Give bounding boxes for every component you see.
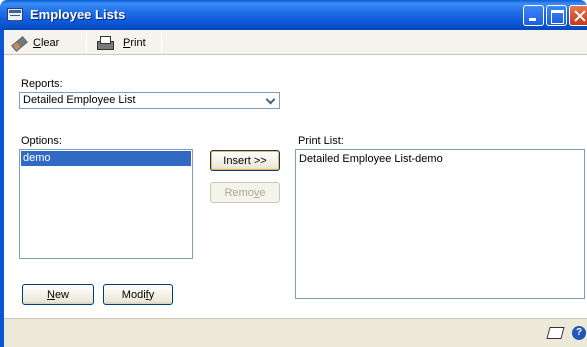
- maximize-button[interactable]: [546, 5, 567, 26]
- clear-button[interactable]: Clear: [10, 34, 59, 51]
- reports-selected-value: Detailed Employee List: [23, 94, 136, 106]
- help-icon[interactable]: ?: [572, 326, 586, 340]
- print-button[interactable]: Print: [96, 34, 146, 51]
- title-bar[interactable]: Employee Lists: [0, 0, 587, 30]
- status-bar: ?: [4, 318, 587, 347]
- print-listbox[interactable]: Detailed Employee List-demo: [295, 149, 585, 299]
- print-label: Print: [123, 36, 146, 49]
- reports-label: Reports:: [21, 78, 63, 90]
- options-label: Options:: [21, 135, 62, 147]
- note-icon[interactable]: [546, 327, 565, 339]
- window-title: Employee Lists: [30, 7, 126, 22]
- list-item[interactable]: Detailed Employee List-demo: [297, 152, 443, 167]
- eraser-icon: [10, 36, 26, 50]
- new-button[interactable]: New: [22, 284, 94, 305]
- reports-dropdown[interactable]: Detailed Employee List: [19, 92, 280, 109]
- minimize-button[interactable]: [523, 5, 544, 26]
- window-app-icon[interactable]: [7, 8, 23, 21]
- remove-button[interactable]: Remo v e: [210, 182, 280, 203]
- toolbar-separator: [161, 33, 162, 52]
- options-listbox[interactable]: demo: [19, 149, 193, 259]
- close-button[interactable]: [569, 5, 587, 26]
- insert-button[interactable]: Insert >>: [210, 150, 280, 171]
- list-item[interactable]: demo: [21, 151, 191, 166]
- chevron-down-icon[interactable]: [263, 93, 279, 108]
- printer-icon: [96, 35, 114, 50]
- toolbar-separator: [86, 33, 87, 52]
- clear-label: Clear: [33, 36, 60, 49]
- print-list-label: Print List:: [298, 135, 344, 147]
- modify-button[interactable]: Modi f y: [103, 284, 173, 305]
- toolbar: Clear Print: [4, 30, 587, 55]
